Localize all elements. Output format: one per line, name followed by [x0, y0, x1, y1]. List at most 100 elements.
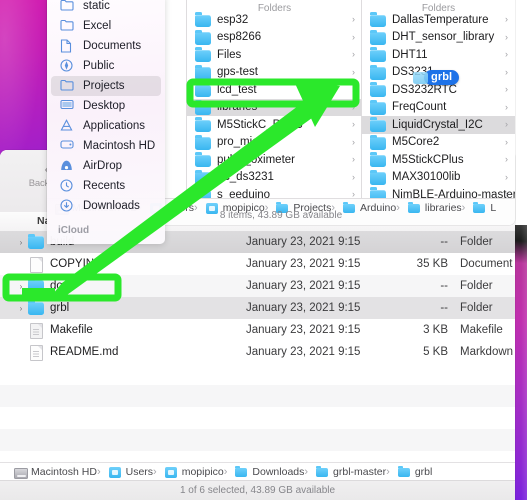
sidebar-item-macintosh-hd[interactable]: Macintosh HD [51, 136, 161, 156]
column-item-libraries[interactable]: libraries › [187, 98, 362, 116]
column-item-pulse-oximeter[interactable]: pulse_oximeter › [187, 151, 362, 169]
table-row[interactable]: › grbl January 23, 2021 9:15 -- Folder [0, 297, 515, 319]
table-row[interactable]: README.md January 23, 2021 9:15 5 KB Markdo… [0, 341, 515, 363]
sidebar-item-documents[interactable]: Documents [51, 36, 161, 56]
breadcrumb-item[interactable]: Arduino [331, 201, 396, 214]
column-item-label: DallasTemperature [392, 13, 489, 26]
folder-icon [28, 233, 45, 249]
file-date: January 23, 2021 9:15 [246, 258, 361, 270]
column-item-s-eeduino[interactable]: s_eeduino › [187, 186, 362, 198]
folder-icon [195, 187, 211, 198]
sidebar-item-airdrop[interactable]: AirDrop [51, 156, 161, 176]
breadcrumb-label: Projects [293, 202, 332, 214]
folder-icon [195, 12, 211, 28]
column-item-dht-sensor-library[interactable]: DHT_sensor_library › [362, 29, 515, 47]
chevron-right-icon: › [352, 171, 355, 182]
sidebar-item-desktop[interactable]: Desktop [51, 96, 161, 116]
column-item-files[interactable]: Files › [187, 46, 362, 64]
column-item-rtc-ds3231[interactable]: rtc_ds3231 › [187, 169, 362, 187]
sidebar-item-downloads[interactable]: Downloads [51, 196, 161, 216]
column-item-label: MAX30100lib [392, 171, 461, 184]
chevron-right-icon: › [505, 84, 508, 94]
sidebar-item-label: Macintosh HD [83, 140, 156, 152]
column-item-label: s_eeduino [217, 188, 271, 198]
folder-icon [316, 465, 329, 478]
breadcrumb-item[interactable]: grbl-master [304, 465, 387, 478]
document-icon [60, 39, 76, 53]
column-item-nimble-arduino-master[interactable]: NimBLE-Arduino-master › [362, 186, 515, 198]
column-item-label: gps-test [217, 66, 258, 79]
sidebar-item-label: Projects [83, 80, 125, 92]
sidebar-item-static[interactable]: static [51, 0, 161, 16]
folder-icon [370, 187, 386, 198]
chevron-right-icon: › [352, 119, 355, 129]
column-item-freqcount[interactable]: FreqCount › [362, 99, 515, 117]
column-item-gps-test[interactable]: gps-test › [187, 64, 362, 82]
file-date: January 23, 2021 9:15 [246, 236, 361, 248]
breadcrumb-label: grbl [414, 466, 433, 478]
sidebar-item-applications[interactable]: Applications [51, 116, 161, 136]
table-row[interactable]: › doc January 23, 2021 9:15 -- Folder [0, 275, 515, 297]
disclosure-triangle-icon[interactable]: › [14, 282, 28, 291]
breadcrumb-item[interactable]: libraries [396, 201, 462, 214]
breadcrumb-item[interactable]: Users [97, 466, 153, 478]
column-item-m5stickcplus[interactable]: M5StickCPlus › [362, 151, 515, 169]
column-item-label: pro_micro [217, 136, 269, 149]
breadcrumb-label: grbl-master [333, 466, 387, 478]
column-item-esp32[interactable]: esp32 › [187, 11, 362, 29]
disclosure-triangle-icon[interactable]: › [14, 238, 28, 247]
column-item-label: rtc_ds3231 [217, 171, 274, 184]
home-folder-icon [108, 466, 122, 478]
file-kind: Folder [460, 302, 493, 314]
column-item-ds3232rtc[interactable]: DS3232RTC › [362, 81, 515, 99]
document-icon [28, 257, 45, 273]
breadcrumb-item[interactable]: Projects [265, 201, 332, 214]
table-row-empty [0, 451, 515, 462]
breadcrumb-item[interactable]: mopipico [153, 466, 224, 478]
column-item-dallastemperature[interactable]: DallasTemperature › [362, 11, 515, 29]
folder-icon [370, 117, 386, 133]
chevron-right-icon: › [505, 171, 508, 182]
sidebar-section-icloud: iCloud [58, 225, 90, 236]
sidebar-item-label: Documents [83, 40, 142, 52]
breadcrumb-item[interactable]: Macintosh HD [14, 466, 97, 479]
breadcrumb-label: mopipico [222, 202, 265, 214]
breadcrumb-item[interactable]: mopipico [194, 202, 265, 214]
sidebar-item-recents[interactable]: Recents [51, 176, 161, 196]
column-item-liquidcrystal-i2c[interactable]: LiquidCrystal_I2C › [362, 116, 515, 134]
chevron-right-icon: › [352, 49, 355, 59]
clock-icon [60, 179, 76, 193]
file-kind: Folder [460, 236, 493, 248]
column-item-lcd-test[interactable]: lcd_test › [187, 81, 362, 99]
breadcrumb-item[interactable]: Downloads [224, 465, 304, 478]
column-item-pro-micro[interactable]: pro_micro › [187, 134, 362, 152]
makefile-icon [28, 323, 45, 339]
sidebar-item-label: AirDrop [83, 160, 122, 172]
file-size: 35 KB [416, 258, 448, 270]
folder-icon [195, 169, 211, 185]
sidebar-item-excel[interactable]: Excel [51, 16, 161, 36]
breadcrumb-label: libraries [424, 202, 462, 214]
breadcrumb-item[interactable]: grbl [386, 465, 433, 478]
sidebar-item-label: Recents [83, 180, 126, 192]
column-item-esp8266[interactable]: esp8266 › [187, 29, 362, 47]
column-item-dht11[interactable]: DHT11 › [362, 46, 515, 64]
sidebar-item-public[interactable]: Public [51, 56, 161, 76]
column-item-m5core2[interactable]: M5Core2 › [362, 134, 515, 152]
folder-icon [195, 117, 211, 133]
sidebar-item-projects[interactable]: Projects [51, 76, 161, 96]
column-item-label: lcd_test [217, 83, 257, 96]
folder-icon [370, 29, 386, 45]
chevron-right-icon: › [505, 136, 508, 147]
column-item-m5stickc-plus[interactable]: M5StickC_PLUS › [187, 116, 362, 134]
table-row[interactable]: COPYING January 23, 2021 9:15 35 KB Documen… [0, 253, 515, 275]
table-row[interactable]: Makefile January 23, 2021 9:15 3 KB Makefil… [0, 319, 515, 341]
column-item-label: libraries [217, 101, 258, 114]
column-item-max30100lib[interactable]: MAX30100lib › [362, 169, 515, 187]
breadcrumb-item[interactable]: L [462, 201, 496, 214]
table-row-empty [0, 429, 515, 451]
disclosure-triangle-icon[interactable]: › [14, 304, 28, 313]
column-item-ds3231[interactable]: DS3231 › [362, 64, 515, 82]
breadcrumb-label: Macintosh HD [31, 466, 97, 478]
chevron-right-icon: › [352, 101, 355, 112]
